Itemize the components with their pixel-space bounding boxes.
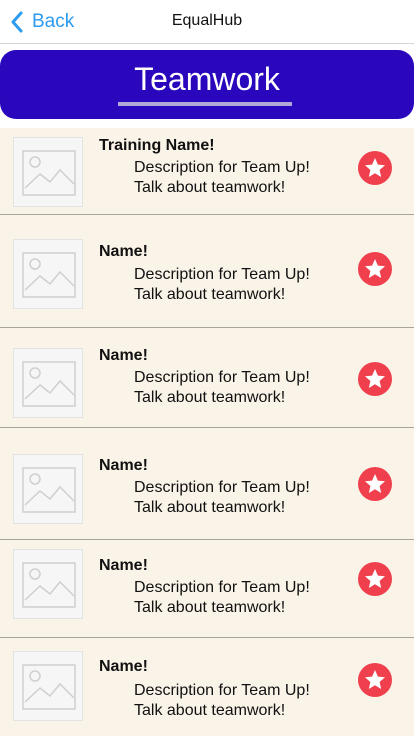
star-icon xyxy=(365,670,385,689)
list-item[interactable]: Name! Description for Team Up! Talk abou… xyxy=(0,215,414,328)
description-line: Description for Team Up! xyxy=(134,369,310,386)
star-icon xyxy=(365,369,385,388)
favorite-button[interactable] xyxy=(358,151,392,185)
description-line: Description for Team Up! xyxy=(134,479,310,496)
training-name: Name! xyxy=(99,457,148,474)
description-line: Talk about teamwork! xyxy=(134,286,286,303)
image-placeholder-icon xyxy=(22,252,76,298)
star-icon xyxy=(365,158,385,177)
list-item[interactable]: Name! Description for Team Up! Talk abou… xyxy=(0,540,414,638)
description-line: Talk about teamwork! xyxy=(134,702,286,719)
thumbnail xyxy=(13,137,83,207)
training-name: Training Name! xyxy=(99,137,215,154)
favorite-button[interactable] xyxy=(358,362,392,396)
favorite-button[interactable] xyxy=(358,252,392,286)
description-line: Talk about teamwork! xyxy=(134,179,286,196)
description-line: Talk about teamwork! xyxy=(134,599,286,616)
image-placeholder-icon xyxy=(22,467,76,513)
description-line: Description for Team Up! xyxy=(134,159,310,176)
training-description: Description for Team Up! Talk about team… xyxy=(134,478,310,518)
category-banner: Teamwork xyxy=(0,50,414,119)
star-icon xyxy=(365,474,385,493)
description-line: Description for Team Up! xyxy=(134,579,310,596)
list-item[interactable]: Name! Description for Team Up! Talk abou… xyxy=(0,428,414,540)
title-underline xyxy=(118,102,292,106)
thumbnail xyxy=(13,454,83,524)
list-item[interactable]: Name! Description for Team Up! Talk abou… xyxy=(0,638,414,736)
image-placeholder-icon xyxy=(22,150,76,196)
description-line: Description for Team Up! xyxy=(134,682,310,699)
training-name: Name! xyxy=(99,243,148,260)
training-description: Description for Team Up! Talk about team… xyxy=(134,158,310,198)
training-description: Description for Team Up! Talk about team… xyxy=(134,265,310,305)
thumbnail xyxy=(13,239,83,309)
favorite-button[interactable] xyxy=(358,562,392,596)
description-line: Description for Team Up! xyxy=(134,266,310,283)
list-item[interactable]: Training Name! Description for Team Up! … xyxy=(0,128,414,215)
category-title: Teamwork xyxy=(134,61,280,97)
favorite-button[interactable] xyxy=(358,663,392,697)
star-icon xyxy=(365,569,385,588)
training-description: Description for Team Up! Talk about team… xyxy=(134,368,310,408)
training-list: Training Name! Description for Team Up! … xyxy=(0,128,414,736)
star-icon xyxy=(365,259,385,278)
thumbnail xyxy=(13,348,83,418)
nav-title: EqualHub xyxy=(171,12,243,29)
favorite-button[interactable] xyxy=(358,467,392,501)
image-placeholder-icon xyxy=(22,361,76,407)
description-line: Talk about teamwork! xyxy=(134,499,286,516)
training-description: Description for Team Up! Talk about team… xyxy=(134,681,310,721)
thumbnail xyxy=(13,651,83,721)
training-description: Description for Team Up! Talk about team… xyxy=(134,578,310,618)
training-name: Name! xyxy=(99,347,148,364)
image-placeholder-icon xyxy=(22,562,76,608)
nav-bar: Back EqualHub xyxy=(0,0,414,44)
training-name: Name! xyxy=(99,557,148,574)
description-line: Talk about teamwork! xyxy=(134,389,286,406)
image-placeholder-icon xyxy=(22,664,76,710)
training-name: Name! xyxy=(99,658,148,675)
list-item[interactable]: Name! Description for Team Up! Talk abou… xyxy=(0,328,414,428)
thumbnail xyxy=(13,549,83,619)
